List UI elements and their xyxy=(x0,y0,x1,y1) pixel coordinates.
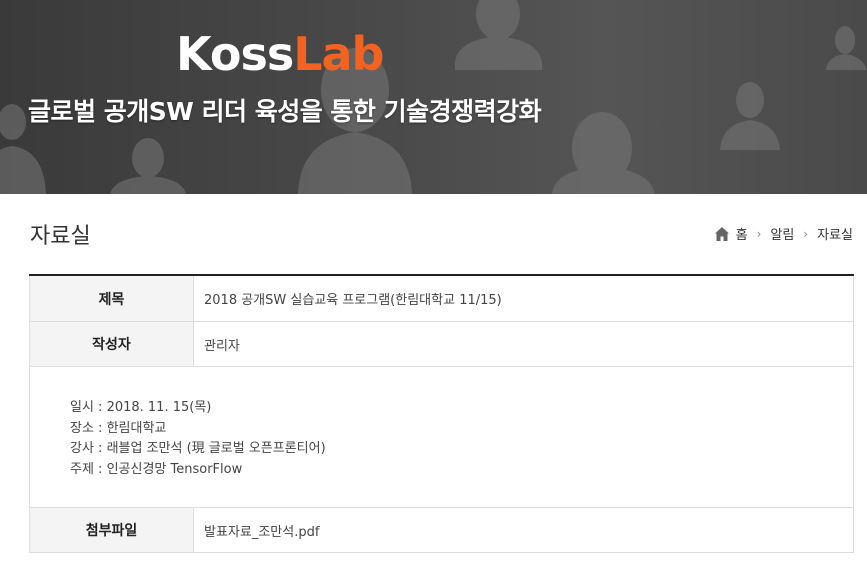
hero-banner: KossLab 글로벌 공개SW 리더 육성을 통한 기술경쟁력강화 xyxy=(0,0,867,194)
logo-text-koss: Koss xyxy=(176,27,294,81)
chevron-right-icon: › xyxy=(803,226,809,241)
post-view-table: 제목 2018 공개SW 실습교육 프로그램(한림대학교 11/15) 작성자 … xyxy=(29,274,854,553)
banner-slogan: 글로벌 공개SW 리더 육성을 통한 기술경쟁력강화 xyxy=(28,97,542,126)
post-author-label: 작성자 xyxy=(29,322,194,366)
kosslab-logo[interactable]: KossLab xyxy=(176,27,384,81)
content-line-topic: 주제 : 인공신경망 TensorFlow xyxy=(70,461,243,477)
post-attachment-label: 첨부파일 xyxy=(29,508,194,552)
page-title: 자료실 xyxy=(30,224,91,249)
content-line-place: 장소 : 한림대학교 xyxy=(70,420,167,436)
post-attachment-row: 첨부파일 발표자료_조만석.pdf xyxy=(29,508,854,553)
logo-text-lab: Lab xyxy=(293,27,384,81)
post-title-value: 2018 공개SW 실습교육 프로그램(한림대학교 11/15) xyxy=(194,276,854,321)
attachment-link[interactable]: 발표자료_조만석.pdf xyxy=(194,508,854,552)
home-icon[interactable] xyxy=(714,226,730,242)
post-author-value: 관리자 xyxy=(194,322,854,366)
chevron-right-icon: › xyxy=(756,226,762,241)
post-title-label: 제목 xyxy=(29,276,194,321)
breadcrumb-home[interactable]: 홈 xyxy=(736,224,748,243)
breadcrumb-notice[interactable]: 알림 xyxy=(770,224,794,243)
post-author-row: 작성자 관리자 xyxy=(29,322,854,367)
content-line-date: 일시 : 2018. 11. 15(목) xyxy=(70,400,212,415)
breadcrumb-current[interactable]: 자료실 xyxy=(817,224,853,243)
post-title-row: 제목 2018 공개SW 실습교육 프로그램(한림대학교 11/15) xyxy=(29,276,854,322)
content-line-speaker: 강사 : 래블업 조만석 (現 글로벌 오픈프론티어) xyxy=(70,441,326,456)
breadcrumb: 홈 › 알림 › 자료실 xyxy=(714,224,853,243)
post-content: 일시 : 2018. 11. 15(목) 장소 : 한림대학교 강사 : 래블업… xyxy=(29,367,854,508)
